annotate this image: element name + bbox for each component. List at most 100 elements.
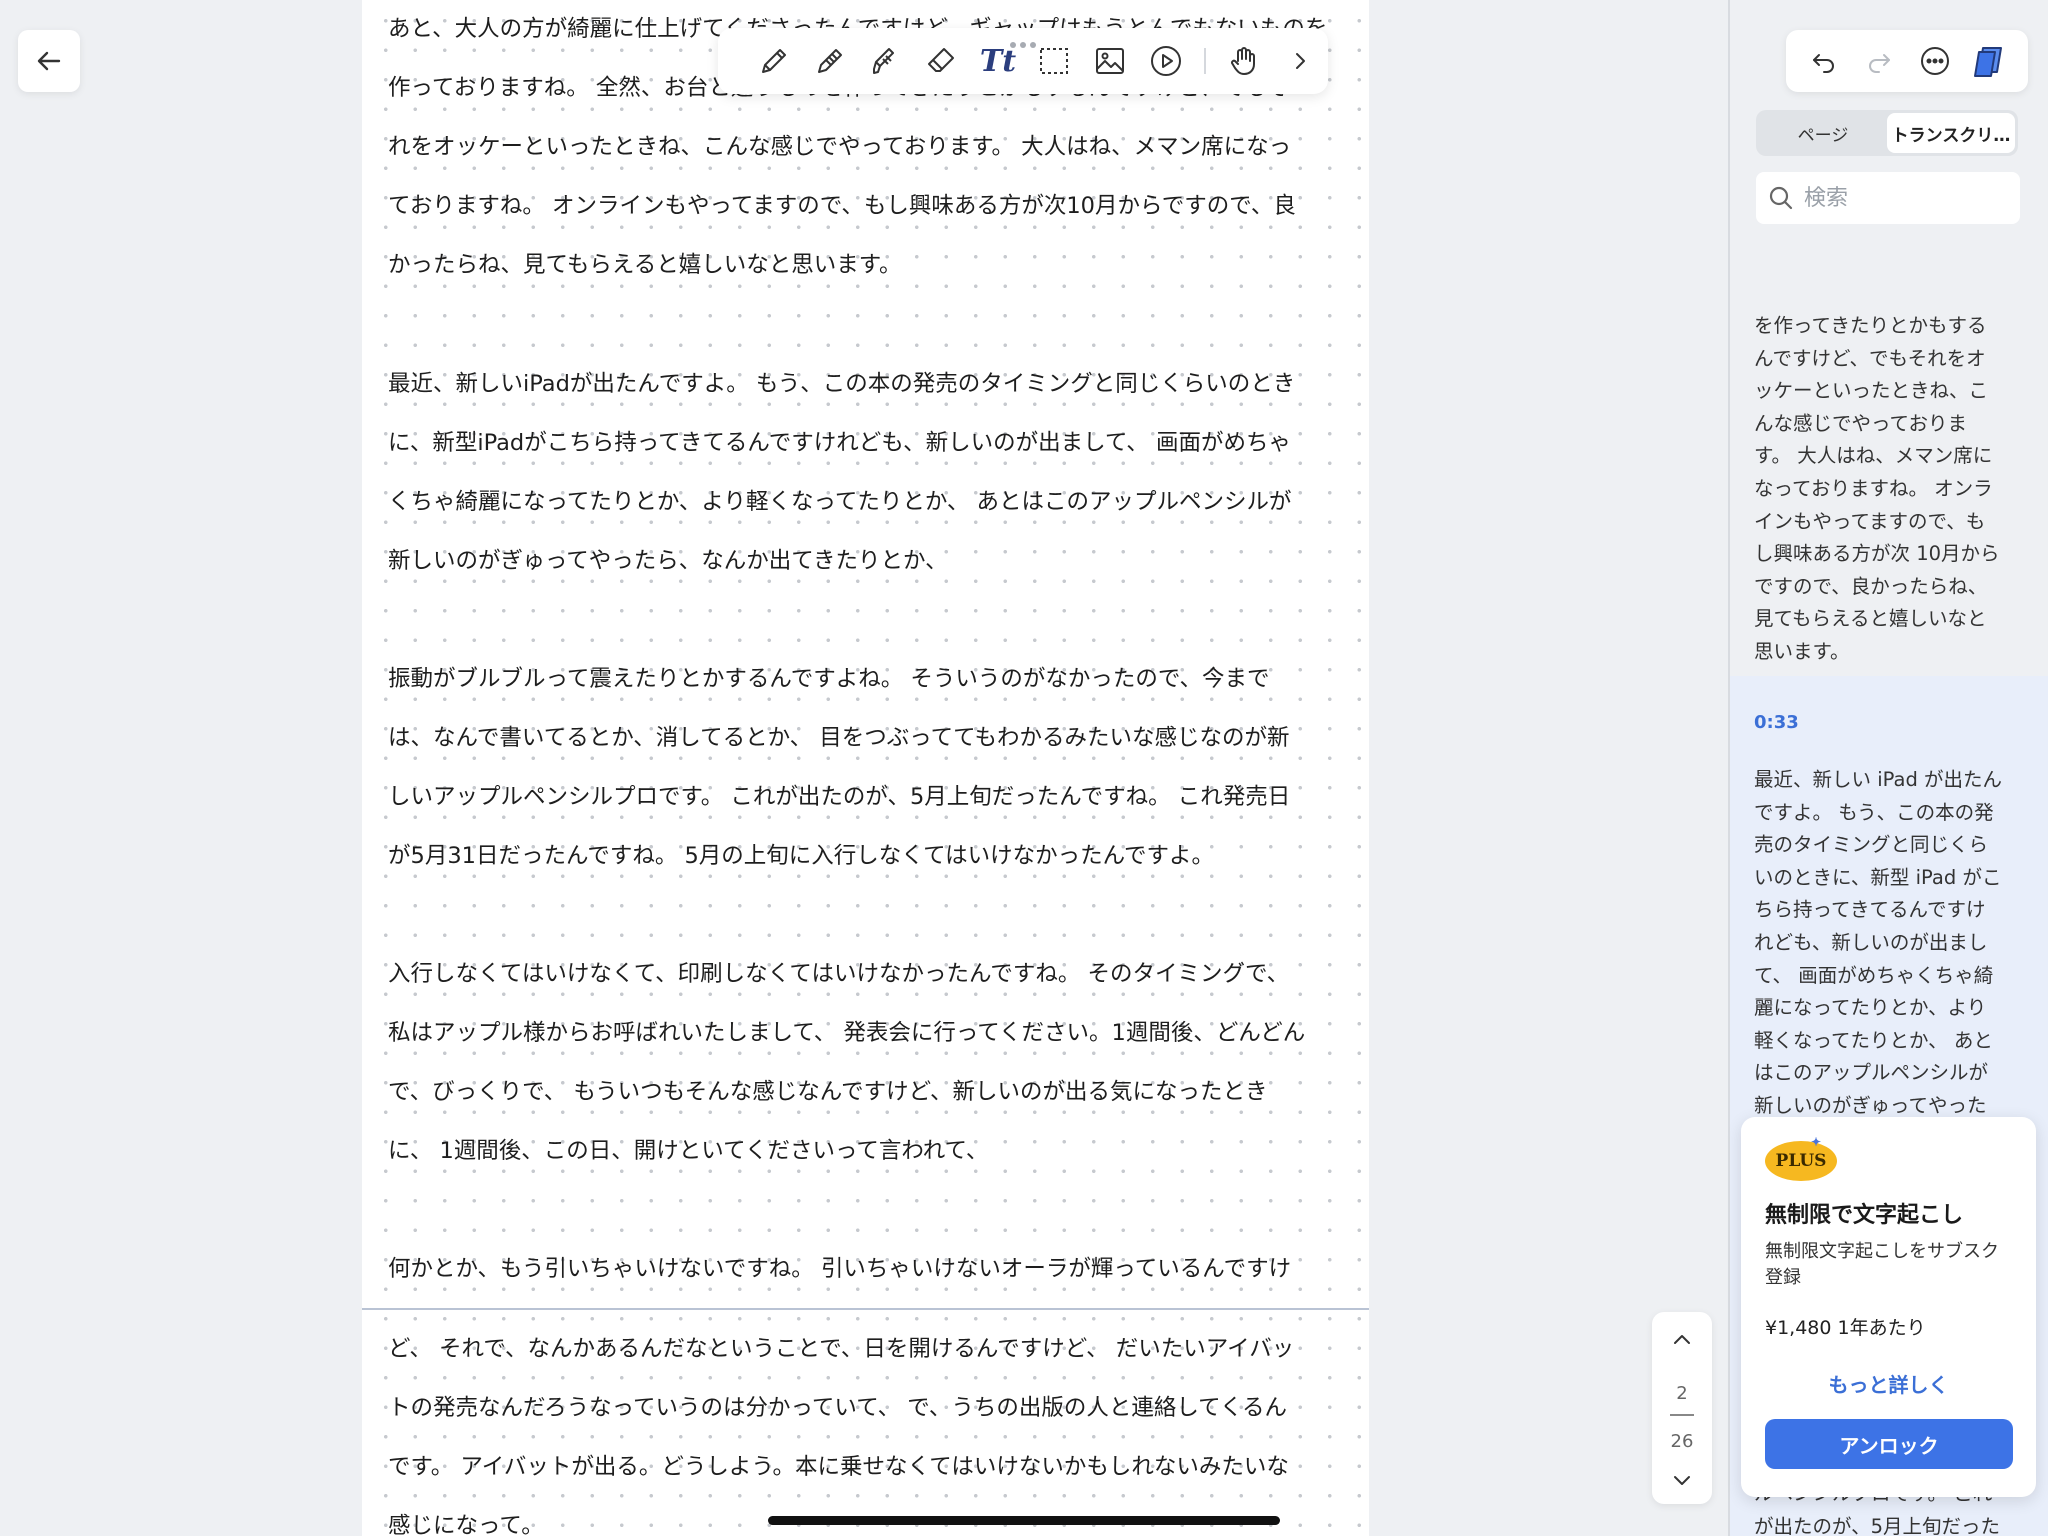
page-break (362, 1308, 1369, 1310)
text-line: 何かとか、もう引いちゃいけないですね。 引いちゃいけないオーラが輝っているんです… (388, 1256, 1292, 1282)
view-segmented-control: ページ トランスクリ… (1756, 110, 2018, 156)
transcript-line: ッケーといったときね、こ (1754, 379, 1989, 403)
tab-transcript[interactable]: トランスクリ… (1887, 113, 2015, 153)
transcript-line: 軽くなってたりとか、 あと (1754, 1028, 1993, 1052)
upsell-description: 無制限文字起こしをサブスク登録 (1765, 1241, 1999, 1288)
pen-tool-button[interactable] (746, 33, 802, 89)
text-line: に、 1週間後、この日、開けといてくださいって言われて、 (388, 1138, 989, 1164)
undo-button[interactable] (1802, 39, 1846, 83)
paragraph-2: 最近、新しいiPadが出たんですよ。 もう、この本の発売のタイミングと同じくらい… (388, 355, 1348, 591)
pen-icon (762, 49, 786, 73)
chevron-down-icon (1674, 1476, 1690, 1485)
current-page: 2 (1676, 1383, 1688, 1404)
highlighter-tool-button[interactable] (858, 33, 914, 89)
text-line: は、なんで書いてるとか、消してるとか、 目をつぶっててもわかるみたいな感じなのが… (388, 725, 1290, 751)
search-input[interactable] (1804, 185, 2004, 211)
lasso-select-icon (1040, 48, 1068, 74)
text-line: れをオッケーといったときね、こんな感じでやっております。 大人はね、メマン席にな… (388, 134, 1292, 160)
hand-icon (1231, 47, 1255, 75)
transcript-line: んな感じでやっておりま (1754, 411, 1967, 435)
sidebar-toolbar (1786, 30, 2028, 92)
transcript-line: す。 大人はね、メマン席に (1754, 444, 1993, 468)
drag-handle[interactable] (1010, 42, 1036, 48)
text-line: に、新型iPadがこちら持ってきてるんですけれども、新しいのが出まして、 画面が… (388, 430, 1291, 456)
pencil-tool-button[interactable] (802, 33, 858, 89)
play-icon (1151, 46, 1181, 76)
toolbar-separator (1204, 48, 1206, 74)
plus-badge-label: PLUS (1775, 1151, 1827, 1171)
text-line: ておりますね。 オンラインもやってますので、もし興味ある方が次10月からですので… (388, 193, 1296, 219)
page-navigator: 2 26 (1652, 1312, 1712, 1504)
transcript-line: んですけど、でもそれをオ (1754, 346, 1986, 370)
tools-toolbar: Tt (718, 28, 1328, 94)
text-line: で、びっくりで、 もういつもそんな感じなんですけど、新しいのが出る気になったとき (388, 1079, 1268, 1105)
transcript-line: が出たのが、5月上旬だった (1754, 1514, 2001, 1536)
text-line: トの発売なんだろうなっていうのは分かっていて、 で、うちの出版の人と連絡してくる… (388, 1395, 1288, 1421)
transcript-line: し興味ある方が次 10月から (1754, 542, 2000, 566)
transcript-line: なっておりますね。 オンラ (1754, 476, 1993, 500)
eraser-icon (928, 48, 954, 72)
arrow-left-icon (37, 51, 61, 71)
transcript-line: ですよ。 もう、この本の発 (1754, 800, 1994, 824)
text-line: くちゃ綺麗になってたりとか、より軽くなってたりとか、 あとはこのアップルペンシル… (388, 489, 1292, 515)
text-line: かったらね、見てもらえると嬉しいなと思います。 (388, 252, 902, 278)
redo-icon (1869, 54, 1891, 73)
page-divider (1670, 1414, 1694, 1416)
image-tool-button[interactable] (1082, 33, 1138, 89)
transcript-line: 見てもらえると嬉しいなと (1754, 607, 1987, 631)
undo-icon (1812, 54, 1834, 73)
search-icon (1769, 186, 1793, 210)
learn-more-link[interactable]: もっと詳しく (1741, 1369, 2036, 1398)
transcript-segment-active[interactable]: 最近、新しい iPad が出たん ですよ。 もう、この本の発 売のタイミングと同… (1754, 764, 2020, 1123)
transcript-line: ですので、良かったらね、 (1754, 574, 1988, 598)
transcript-line: インもやってますので、も (1754, 509, 1986, 533)
transcript-line: 麗になってたりとか、より (1754, 996, 1987, 1020)
more-icon (1920, 47, 1949, 75)
text-line: が5月31日だったんですね。 5月の上旬に入行しなくてはいけなかったんですよ。 (388, 843, 1215, 869)
home-indicator (768, 1516, 1280, 1525)
paragraph-6: ど、 それで、なんかあるんだなということで、日を開けるんですけど、 だいたいアイ… (388, 1320, 1348, 1536)
document-page[interactable]: あと、大人の方が綺麗に仕上げてくださったんですけど、ギャップはもうとんでもないも… (362, 0, 1369, 1536)
paragraph-4: 入行しなくてはいけなくて、印刷しなくてはいけなかったんですね。 そのタイミングで… (388, 945, 1348, 1181)
text-line: ど、 それで、なんかあるんだなということで、日を開けるんですけど、 だいたいアイ… (388, 1336, 1295, 1362)
page-up-button[interactable] (1652, 1316, 1712, 1364)
pencil-icon (818, 49, 842, 73)
redo-button[interactable] (1857, 39, 1901, 83)
transcript-segment-previous[interactable]: を作ってきたりとかもする んですけど、でもそれをオ ッケーといったときね、こ ん… (1754, 310, 2020, 669)
pages-view-button[interactable] (1968, 39, 2012, 83)
transcript-line: ちら持ってきてるんですけ (1754, 898, 1986, 922)
pages-icon (1974, 47, 2003, 77)
unlock-button[interactable]: アンロック (1765, 1419, 2013, 1469)
text-line: です。 アイバットが出る。どうしよう。本に乗せなくてはいけないかもしれないみたい… (388, 1454, 1289, 1480)
image-icon (1096, 48, 1124, 74)
playback-button[interactable] (1138, 33, 1194, 89)
plus-badge: ✦ PLUS (1765, 1135, 1837, 1181)
plus-upsell-card: ✦ PLUS 無制限で文字起こし 無制限文字起こしをサブスク登録 ¥1,480 … (1741, 1117, 2036, 1497)
upsell-title: 無制限で文字起こし (1765, 1203, 1964, 1228)
transcript-line: れども、新しいのが出まし (1754, 930, 1988, 954)
text-line: しいアップルペンシルプロです。 これが出たのが、5月上旬だったんですね。 これ発… (388, 784, 1291, 810)
eraser-tool-button[interactable] (914, 33, 970, 89)
chevron-right-icon (1296, 53, 1305, 69)
transcript-line: て、 画面がめちゃくちゃ綺 (1754, 963, 1994, 987)
toolbar-more-button[interactable] (1272, 33, 1328, 89)
sparkle-icon: ✦ (1810, 1135, 1821, 1149)
more-options-button[interactable] (1913, 39, 1957, 83)
transcript-line: はこのアップルペンシルが (1754, 1061, 1989, 1085)
page-down-button[interactable] (1652, 1458, 1712, 1502)
transcript-line: を作ってきたりとかもする (1754, 314, 1987, 337)
transcript-line: いのときに、新型 iPad がこ (1754, 865, 2002, 889)
hand-tool-button[interactable] (1216, 33, 1272, 89)
text-line: 入行しなくてはいけなくて、印刷しなくてはいけなかったんですね。 そのタイミングで… (388, 961, 1290, 987)
segment-timestamp[interactable]: 0:33 (1754, 712, 1799, 733)
tab-pages[interactable]: ページ (1759, 113, 1887, 153)
upsell-price: ¥1,480 1年あたり (1765, 1317, 1926, 1339)
paragraph-5: 何かとか、もう引いちゃいけないですね。 引いちゃいけないオーラが輝っているんです… (388, 1240, 1348, 1299)
back-button[interactable] (18, 30, 80, 92)
text-line: 私はアップル様からお呼ばれいたしまして、 発表会に行ってください。1週間後、どん… (388, 1020, 1306, 1046)
text-line: 最近、新しいiPadが出たんですよ。 もう、この本の発売のタイミングと同じくらい… (388, 371, 1296, 397)
highlighter-icon (873, 48, 894, 74)
transcript-line: 売のタイミングと同じくら (1754, 833, 1989, 857)
chevron-up-icon (1674, 1335, 1690, 1344)
transcript-line: 最近、新しい iPad が出たん (1754, 768, 2003, 791)
